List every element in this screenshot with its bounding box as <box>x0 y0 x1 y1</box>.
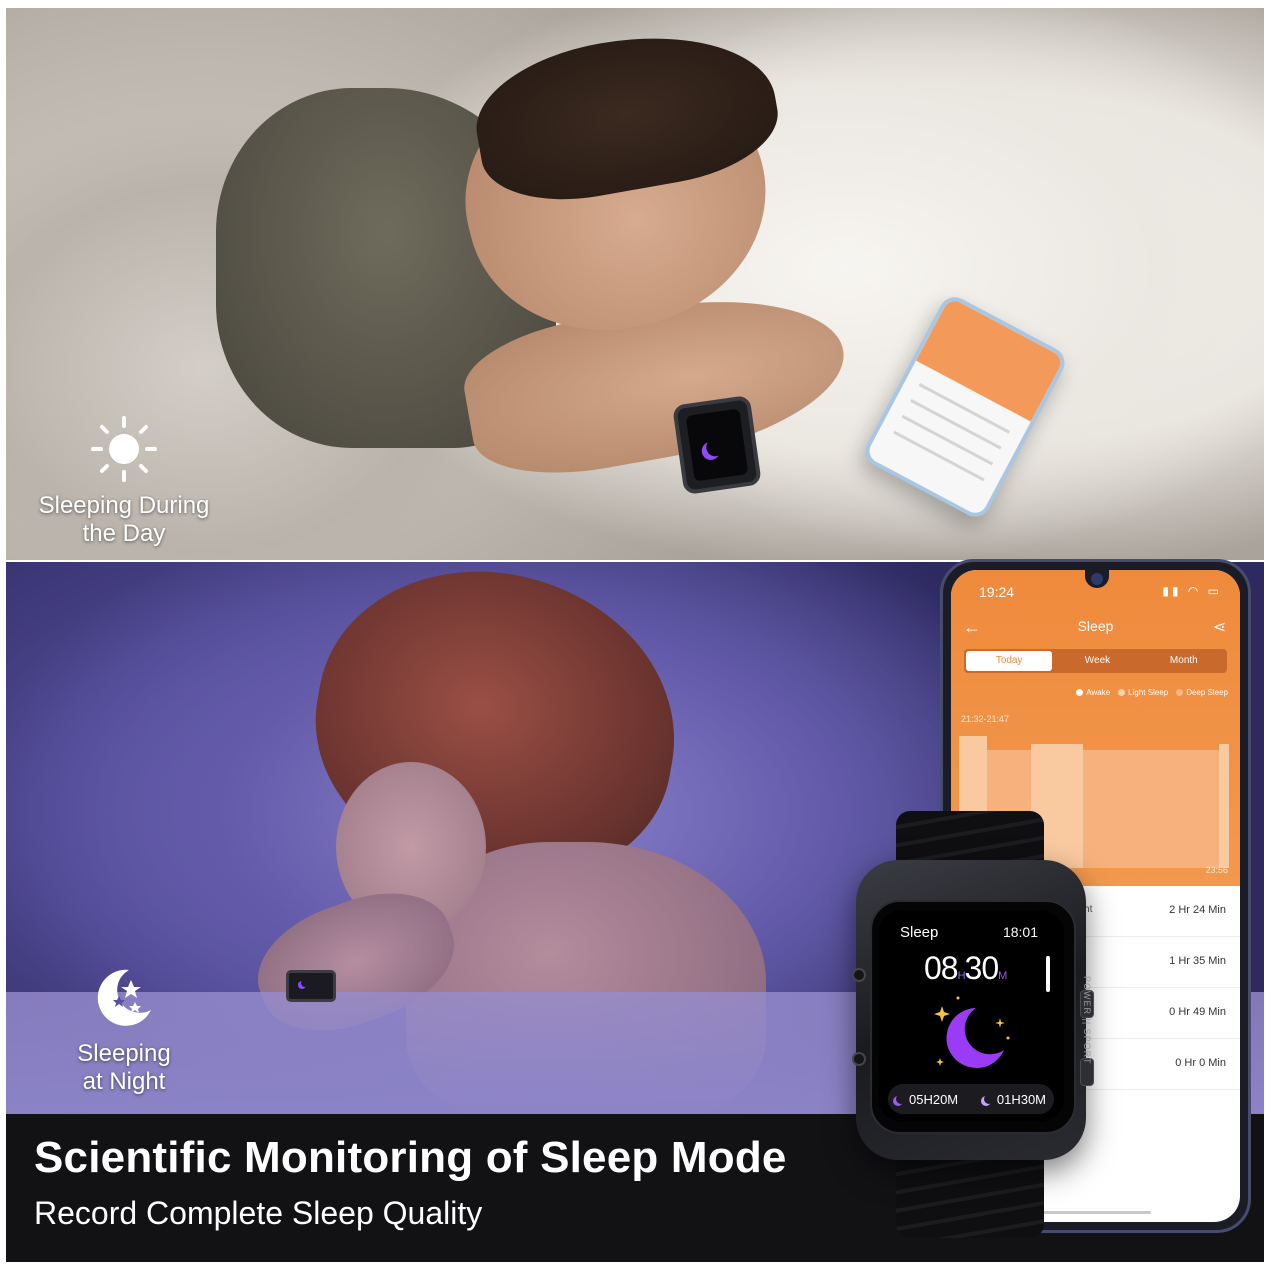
duration-minutes: 30 <box>964 950 1000 986</box>
light-sleep-value: 01H30M <box>996 1091 1046 1107</box>
watch-strap-bottom <box>896 1158 1044 1238</box>
moon-icon <box>934 996 1010 1068</box>
legend-label: Deep Sleep <box>1186 688 1228 697</box>
tab-today[interactable]: Today <box>966 651 1053 671</box>
light-sleep-stat: 01H30M <box>984 1092 1046 1107</box>
sun-icon <box>89 414 159 484</box>
watch-clock: 18:01 <box>1002 924 1038 940</box>
legend-label: Awake <box>1086 688 1111 697</box>
watch-side-label: POWER || SPORT <box>1082 975 1092 1065</box>
phone-row <box>910 398 1002 450</box>
minutes-unit: M <box>998 970 1007 982</box>
legend-dot <box>1176 689 1184 696</box>
chart-legend: Awake Light Sleep Deep Sleep <box>1076 688 1228 697</box>
legend-item: Deep Sleep <box>1176 688 1228 697</box>
day-caption: Sleeping During the Day <box>14 414 234 548</box>
screw-icon <box>852 968 866 982</box>
watch-screen: Sleep 18:01 08H30M 05H20M 01H30M <box>878 910 1064 1122</box>
caption-line: at Night <box>82 1068 166 1095</box>
caption-line: the Day <box>82 520 166 547</box>
sleep-duration: 08H30M <box>924 950 1007 987</box>
tab-month[interactable]: Month <box>1141 649 1227 673</box>
wrist-smartwatch <box>286 970 336 1002</box>
legend-item: Light Sleep <box>1118 688 1168 697</box>
hours-unit: H <box>957 970 966 982</box>
chart-segment <box>1219 744 1229 868</box>
caption-line: Sleeping <box>77 1040 171 1067</box>
status-time: 19:24 <box>979 584 1015 600</box>
deep-sleep-icon <box>896 1094 906 1104</box>
chart-segment <box>1083 750 1219 868</box>
caption-line: Sleeping During <box>38 492 210 519</box>
signal-wifi-battery-icon: ▮▮ ◠ ▭ <box>1162 584 1222 598</box>
row-value: 2 Hr 24 Min <box>1169 904 1226 916</box>
tab-week[interactable]: Week <box>1054 649 1140 673</box>
subheadline: Record Complete Sleep Quality <box>34 1195 483 1231</box>
sleep-stats-bar: 05H20M 01H30M <box>888 1084 1054 1114</box>
legend-item: Awake <box>1076 688 1110 697</box>
row-value: 0 Hr 0 Min <box>1175 1057 1226 1069</box>
light-sleep-icon <box>984 1094 994 1104</box>
watch-app-title: Sleep <box>900 924 939 941</box>
row-value: 1 Hr 35 Min <box>1169 955 1226 967</box>
scroll-indicator <box>1046 956 1050 992</box>
duration-hours: 08 <box>924 950 959 986</box>
deep-sleep-stat: 05H20M <box>896 1092 958 1107</box>
page-title: Sleep <box>1077 618 1114 634</box>
chart-range-start: 21:32-21:47 <box>961 714 1010 724</box>
deep-sleep-value: 05H20M <box>909 1091 959 1107</box>
night-caption: Sleeping at Night <box>14 962 234 1096</box>
home-indicator[interactable] <box>1041 1211 1151 1214</box>
headline: Scientific Monitoring of Sleep Mode <box>34 1133 787 1182</box>
row-value: 0 Hr 49 Min <box>1169 1006 1226 1018</box>
chart-range-end: 23:56 <box>1205 865 1228 875</box>
period-tabs: Today Week Month <box>964 649 1227 673</box>
phone-row <box>893 430 985 482</box>
wrist-smartwatch <box>672 395 762 495</box>
legend-dot <box>1076 689 1084 696</box>
legend-label: Light Sleep <box>1128 688 1169 697</box>
share-icon[interactable]: ⋖ <box>1213 617 1226 637</box>
screw-icon <box>852 1052 866 1066</box>
moon-stars-icon <box>89 962 159 1032</box>
legend-dot <box>1118 689 1126 696</box>
